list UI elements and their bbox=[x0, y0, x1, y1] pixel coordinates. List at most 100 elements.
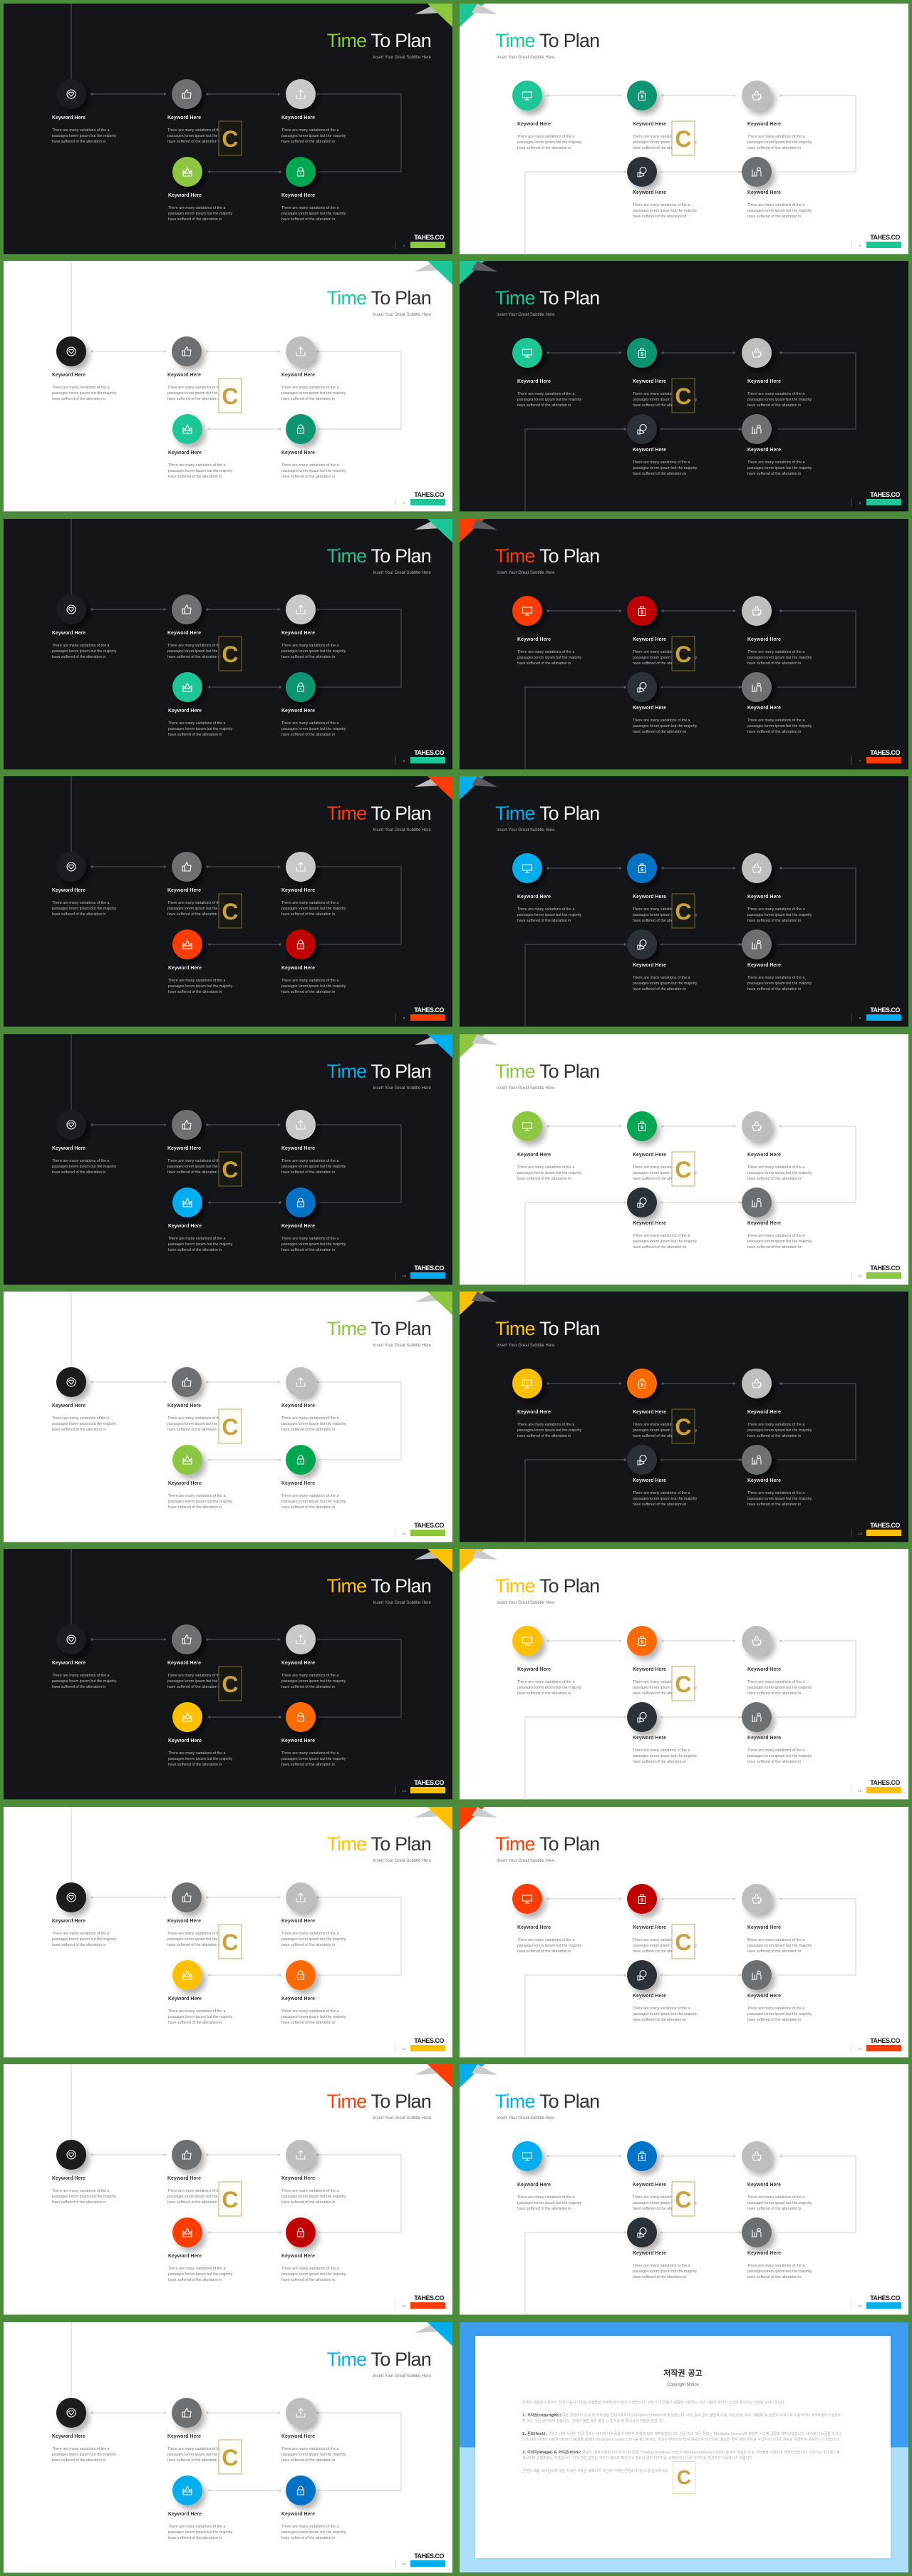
step-node[interactable] bbox=[285, 1624, 316, 1655]
step-node[interactable] bbox=[285, 2475, 316, 2505]
step-node[interactable] bbox=[627, 929, 658, 960]
step-node[interactable] bbox=[172, 2217, 203, 2248]
step-node[interactable] bbox=[627, 1187, 658, 1217]
step-node[interactable] bbox=[741, 156, 772, 187]
slide-thumbnail[interactable]: Time To Plan Insert Your Great Subtitle H… bbox=[456, 1031, 912, 1288]
step-node[interactable] bbox=[627, 1702, 658, 1733]
step-node[interactable] bbox=[627, 414, 658, 445]
slide-thumbnail[interactable]: Time To Plan Insert Your Great Subtitle H… bbox=[456, 1545, 912, 1803]
step-node[interactable] bbox=[56, 2397, 87, 2428]
step-node[interactable] bbox=[172, 1624, 202, 1655]
slide-thumbnail[interactable]: Time To Plan Insert Your Great Subtitle H… bbox=[0, 257, 456, 515]
step-node[interactable] bbox=[285, 1109, 316, 1140]
slide-thumbnail[interactable]: Time To Plan Insert Your Great Subtitle H… bbox=[0, 0, 456, 257]
step-node[interactable] bbox=[285, 1882, 316, 1912]
step-node[interactable] bbox=[172, 414, 203, 445]
slide-thumbnail[interactable]: Time To Plan Insert Your Great Subtitle H… bbox=[0, 1031, 456, 1288]
step-node[interactable] bbox=[627, 156, 658, 187]
step-node[interactable] bbox=[172, 1959, 203, 1990]
step-node[interactable]: $ bbox=[627, 853, 658, 884]
step-node[interactable] bbox=[285, 594, 316, 624]
step-node[interactable]: $ bbox=[627, 1368, 658, 1398]
step-node[interactable] bbox=[56, 2140, 87, 2170]
step-node[interactable] bbox=[172, 929, 203, 960]
step-node[interactable] bbox=[741, 1626, 772, 1657]
step-node[interactable] bbox=[285, 671, 316, 702]
step-node[interactable] bbox=[285, 2217, 316, 2248]
step-node[interactable] bbox=[512, 853, 543, 884]
step-node[interactable] bbox=[56, 1366, 87, 1397]
step-node[interactable] bbox=[56, 1109, 87, 1140]
slide-thumbnail[interactable]: Time To Plan Insert Your Great Subtitle H… bbox=[456, 0, 912, 257]
step-node[interactable] bbox=[172, 671, 203, 702]
step-node[interactable] bbox=[741, 2217, 772, 2248]
slide-thumbnail[interactable]: Time To Plan Insert Your Great Subtitle H… bbox=[0, 515, 456, 773]
step-node[interactable] bbox=[741, 1702, 772, 1733]
step-node[interactable] bbox=[627, 671, 658, 702]
step-node[interactable] bbox=[741, 2141, 772, 2172]
step-node[interactable] bbox=[741, 1111, 772, 1141]
step-node[interactable] bbox=[285, 414, 316, 445]
step-node[interactable] bbox=[56, 594, 87, 624]
step-node[interactable] bbox=[741, 80, 772, 110]
step-node[interactable] bbox=[741, 1444, 772, 1475]
step-node[interactable]: $ bbox=[627, 338, 658, 369]
step-node[interactable] bbox=[172, 336, 202, 367]
step-node[interactable] bbox=[512, 1111, 543, 1141]
step-node[interactable] bbox=[285, 78, 316, 109]
step-node[interactable] bbox=[741, 595, 772, 626]
step-node[interactable] bbox=[285, 1366, 316, 1397]
step-node[interactable] bbox=[172, 1882, 202, 1912]
step-node[interactable] bbox=[172, 2475, 203, 2505]
step-node[interactable] bbox=[741, 853, 772, 884]
slide-thumbnail[interactable]: Time To Plan Insert Your Great Subtitle H… bbox=[0, 773, 456, 1030]
step-node[interactable] bbox=[172, 1109, 202, 1140]
step-node[interactable] bbox=[741, 1368, 772, 1398]
step-node[interactable] bbox=[285, 852, 316, 882]
slide-thumbnail[interactable]: Time To Plan Insert Your Great Subtitle H… bbox=[456, 515, 912, 773]
step-node[interactable] bbox=[285, 1959, 316, 1990]
step-node[interactable]: $ bbox=[627, 1883, 658, 1914]
step-node[interactable] bbox=[172, 1366, 202, 1397]
step-node[interactable] bbox=[285, 1444, 316, 1475]
step-node[interactable] bbox=[172, 594, 202, 624]
step-node[interactable] bbox=[172, 852, 202, 882]
step-node[interactable] bbox=[285, 156, 316, 187]
slide-thumbnail[interactable]: Time To Plan Insert Your Great Subtitle H… bbox=[0, 1288, 456, 1545]
slide-thumbnail[interactable]: Time To Plan Insert Your Great Subtitle H… bbox=[456, 2061, 912, 2318]
step-node[interactable]: $ bbox=[627, 2141, 658, 2172]
slide-thumbnail[interactable]: Time To Plan Insert Your Great Subtitle H… bbox=[456, 257, 912, 515]
step-node[interactable] bbox=[512, 2141, 543, 2172]
step-node[interactable] bbox=[285, 2397, 316, 2428]
step-node[interactable]: $ bbox=[627, 595, 658, 626]
step-node[interactable] bbox=[512, 595, 543, 626]
step-node[interactable] bbox=[741, 1883, 772, 1914]
step-node[interactable] bbox=[285, 929, 316, 960]
slide-thumbnail[interactable]: Time To Plan Insert Your Great Subtitle H… bbox=[456, 1288, 912, 1545]
step-node[interactable] bbox=[512, 1883, 543, 1914]
step-node[interactable] bbox=[285, 1702, 316, 1733]
step-node[interactable] bbox=[172, 78, 202, 109]
step-node[interactable] bbox=[172, 2397, 202, 2428]
step-node[interactable] bbox=[172, 1187, 203, 1217]
step-node[interactable] bbox=[741, 671, 772, 702]
step-node[interactable] bbox=[627, 1444, 658, 1475]
copyright-slide[interactable]: 저작권 공고 Copyright Notice 콘텐츠 제품을 사용하기 전에 … bbox=[456, 2319, 912, 2576]
slide-thumbnail[interactable]: Time To Plan Insert Your Great Subtitle H… bbox=[456, 773, 912, 1030]
slide-thumbnail[interactable]: Time To Plan Insert Your Great Subtitle H… bbox=[0, 1803, 456, 2061]
step-node[interactable] bbox=[56, 1882, 87, 1912]
slide-thumbnail[interactable]: Time To Plan Insert Your Great Subtitle H… bbox=[456, 1803, 912, 2061]
step-node[interactable] bbox=[56, 852, 87, 882]
slide-thumbnail[interactable]: Time To Plan Insert Your Great Subtitle H… bbox=[0, 2061, 456, 2318]
step-node[interactable] bbox=[285, 2140, 316, 2170]
step-node[interactable] bbox=[741, 1959, 772, 1990]
step-node[interactable] bbox=[56, 1624, 87, 1655]
step-node[interactable]: $ bbox=[627, 1111, 658, 1141]
step-node[interactable] bbox=[172, 1444, 203, 1475]
step-node[interactable] bbox=[512, 80, 543, 110]
slide-thumbnail[interactable]: Time To Plan Insert Your Great Subtitle H… bbox=[0, 1545, 456, 1803]
step-node[interactable]: $ bbox=[627, 80, 658, 110]
step-node[interactable]: $ bbox=[627, 1626, 658, 1657]
step-node[interactable] bbox=[172, 1702, 203, 1733]
step-node[interactable] bbox=[56, 336, 87, 367]
